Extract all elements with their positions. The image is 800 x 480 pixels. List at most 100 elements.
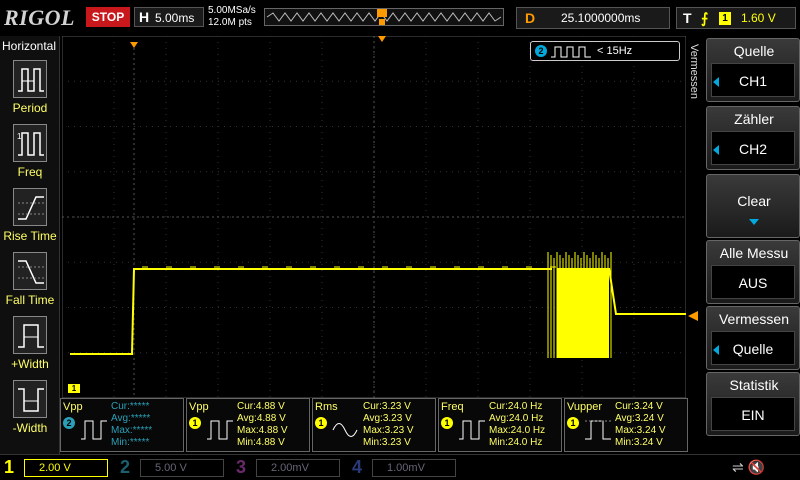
measure-source-softkey[interactable]: Vermessen Quelle bbox=[706, 306, 800, 370]
timebase-box[interactable]: H 5.00ms bbox=[134, 7, 204, 27]
speaker-mute-icon[interactable]: 🔇 bbox=[748, 459, 765, 475]
measure-period-button[interactable]: Period bbox=[0, 60, 60, 122]
measurement-min: Min:***** bbox=[111, 437, 150, 448]
left-arrow-icon bbox=[713, 145, 719, 155]
source-softkey-label: Quelle bbox=[733, 43, 775, 59]
all-measure-softkey[interactable]: Alle Messu AUS bbox=[706, 240, 800, 304]
measure-source-softkey-value: Quelle bbox=[711, 331, 795, 365]
counter-softkey[interactable]: Zähler CH2 bbox=[706, 106, 800, 170]
measurement-cell[interactable]: Rms 1 Cur:3.23 V Avg:3.23 V Max:3.23 V M… bbox=[312, 398, 436, 452]
measure-negative-width-button[interactable]: -Width bbox=[0, 380, 60, 442]
channel-status-bar: 1 2.00 V 2 5.00 V 3 2.00mV 4 1.00mV ⇌ 🔇 bbox=[0, 454, 800, 480]
measurement-name: Vupper bbox=[567, 401, 603, 413]
measurement-min: Min:3.24 V bbox=[615, 437, 663, 448]
memory-waveform-icon bbox=[266, 9, 502, 25]
channel-number: 2 bbox=[120, 457, 131, 477]
freq-label: Freq bbox=[17, 165, 43, 179]
negative-width-icon bbox=[13, 380, 47, 418]
measurement-avg: Avg:3.23 V bbox=[363, 413, 412, 424]
left-menu-title: Horizontal bbox=[2, 39, 57, 53]
statistics-softkey-label: Statistik bbox=[729, 377, 779, 393]
measurement-cur: Cur:4.88 V bbox=[237, 401, 285, 412]
ch1-burst bbox=[557, 268, 609, 358]
delay-marker bbox=[378, 36, 386, 42]
waveform-display[interactable]: 2 < 15Hz 1 bbox=[62, 36, 698, 398]
channel-number: 3 bbox=[236, 457, 247, 477]
sample-rate: 5.00MSa/s bbox=[208, 5, 256, 16]
rise-time-icon bbox=[13, 188, 47, 226]
vpp-icon bbox=[207, 420, 233, 440]
fall-time-label: Fall Time bbox=[5, 293, 55, 307]
measurement-cell[interactable]: Vupper 1 Cur:3.24 V Avg:3.24 V Max:3.24 … bbox=[564, 398, 688, 452]
channel-number: 4 bbox=[352, 457, 363, 477]
horizontal-label: H bbox=[139, 9, 150, 25]
measurement-results-bar: Vpp 2 Cur:***** Avg:***** Max:***** Min:… bbox=[60, 398, 688, 452]
ch1-trace bbox=[70, 268, 552, 355]
square-wave-icon bbox=[551, 46, 591, 58]
counter-softkey-value: CH2 bbox=[711, 131, 795, 165]
counter-channel-badge: 2 bbox=[535, 45, 547, 57]
ch1-ground-marker[interactable]: 1 bbox=[68, 384, 80, 393]
measurement-avg: Avg:***** bbox=[111, 413, 151, 424]
measurement-name: Vpp bbox=[63, 401, 83, 413]
positive-width-label: +Width bbox=[11, 357, 49, 371]
measure-positive-width-button[interactable]: +Width bbox=[0, 316, 60, 378]
run-stop-button[interactable]: STOP bbox=[86, 7, 130, 27]
left-arrow-icon bbox=[713, 77, 719, 87]
left-measure-menu: Horizontal Period 1 Freq Rise Time Fall … bbox=[0, 36, 60, 454]
statistics-softkey-value: EIN bbox=[711, 397, 795, 431]
measurement-source-badge: 1 bbox=[189, 417, 201, 429]
source-softkey[interactable]: Quelle CH1 bbox=[706, 38, 800, 102]
trigger-source-badge: 1 bbox=[719, 12, 731, 25]
trigger-level-marker[interactable] bbox=[688, 311, 698, 321]
statistics-softkey[interactable]: Statistik EIN bbox=[706, 372, 800, 436]
all-measure-softkey-value: AUS bbox=[711, 265, 795, 299]
all-measure-softkey-label: Alle Messu bbox=[719, 245, 789, 261]
counter-softkey-label: Zähler bbox=[734, 111, 774, 127]
usb-icon: ⇌ bbox=[732, 459, 744, 475]
rise-time-label: Rise Time bbox=[3, 229, 57, 243]
trigger-box[interactable]: T ⨍ 1 1.60 V bbox=[676, 7, 796, 29]
period-icon bbox=[13, 60, 47, 98]
channel-scale: 2.00mV bbox=[256, 459, 340, 477]
acquisition-info: 5.00MSa/s 12.0M pts bbox=[208, 5, 256, 29]
measurement-max: Max:24.0 Hz bbox=[489, 425, 546, 436]
rms-icon bbox=[332, 423, 358, 437]
source-softkey-value: CH1 bbox=[711, 63, 795, 97]
channel-3-box[interactable]: 3 2.00mV bbox=[232, 457, 348, 479]
channel-scale: 5.00 V bbox=[140, 459, 224, 477]
channel-4-box[interactable]: 4 1.00mV bbox=[348, 457, 464, 479]
measure-freq-button[interactable]: 1 Freq bbox=[0, 124, 60, 186]
clear-softkey[interactable]: Clear bbox=[706, 174, 800, 238]
channel-scale: 2.00 V bbox=[24, 459, 108, 477]
vpp-icon bbox=[81, 420, 107, 440]
measurement-avg: Avg:4.88 V bbox=[237, 413, 286, 424]
freq-icon bbox=[459, 420, 485, 440]
measurement-name: Vpp bbox=[189, 401, 209, 413]
channel-2-box[interactable]: 2 5.00 V bbox=[116, 457, 232, 479]
clear-softkey-label: Clear bbox=[737, 193, 771, 209]
brand-logo: RIGOL bbox=[4, 5, 75, 30]
graticule bbox=[62, 36, 686, 398]
measurement-min: Min:24.0 Hz bbox=[489, 437, 543, 448]
left-arrow-icon bbox=[713, 345, 719, 355]
counter-frequency: < 15Hz bbox=[597, 45, 633, 57]
channel-number: 1 bbox=[4, 457, 15, 477]
measurement-cell[interactable]: Freq 1 Cur:24.0 Hz Avg:24.0 Hz Max:24.0 … bbox=[438, 398, 562, 452]
measure-rise-time-button[interactable]: Rise Time bbox=[0, 188, 60, 250]
measurement-name: Rms bbox=[315, 401, 338, 413]
measurement-cur: Cur:3.23 V bbox=[363, 401, 411, 412]
counter-readout: 2 < 15Hz bbox=[530, 41, 680, 61]
measurement-cell[interactable]: Vpp 2 Cur:***** Avg:***** Max:***** Min:… bbox=[60, 398, 184, 452]
measurement-source-badge: 1 bbox=[315, 417, 327, 429]
freq-icon: 1 bbox=[13, 124, 47, 162]
measure-fall-time-button[interactable]: Fall Time bbox=[0, 252, 60, 314]
channel-1-box[interactable]: 1 2.00 V bbox=[0, 457, 116, 479]
measurement-max: Max:3.24 V bbox=[615, 425, 666, 436]
memory-overview-strip bbox=[264, 8, 504, 26]
measurement-cell[interactable]: Vpp 1 Cur:4.88 V Avg:4.88 V Max:4.88 V M… bbox=[186, 398, 310, 452]
down-arrow-icon bbox=[749, 219, 759, 225]
delay-box[interactable]: D 25.1000000ms bbox=[516, 7, 670, 29]
measurement-cur: Cur:***** bbox=[111, 401, 150, 412]
channel-scale: 1.00mV bbox=[372, 459, 456, 477]
